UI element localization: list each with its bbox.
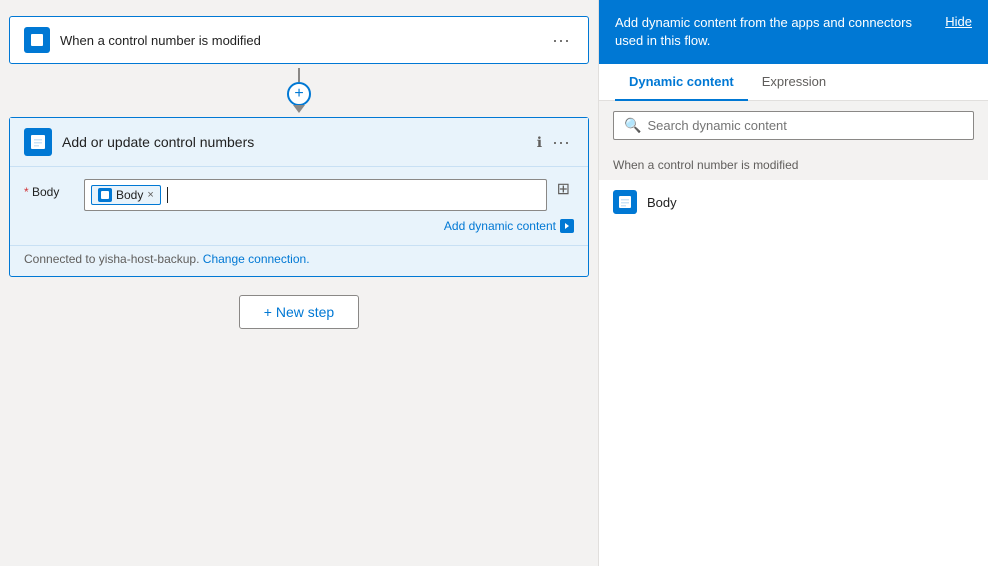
- connector-line-top: [298, 68, 300, 82]
- search-icon: 🔍: [624, 117, 641, 134]
- dynamic-item-icon: [613, 190, 637, 214]
- action-info-button[interactable]: ℹ: [537, 134, 542, 151]
- panel-header-text: Add dynamic content from the apps and co…: [615, 14, 945, 50]
- token-close-button[interactable]: ×: [147, 189, 153, 201]
- hide-panel-button[interactable]: Hide: [945, 14, 972, 29]
- dynamic-item-body[interactable]: Body: [599, 180, 988, 224]
- required-marker: *: [24, 185, 29, 199]
- add-dynamic-row: Add dynamic content: [24, 219, 574, 233]
- search-box: 🔍: [613, 111, 974, 140]
- dynamic-item-label: Body: [647, 195, 677, 210]
- trigger-ellipsis-button[interactable]: ···: [548, 31, 574, 49]
- change-connection-link[interactable]: Change connection.: [203, 252, 310, 266]
- connector-arrow: [293, 105, 305, 113]
- tab-dynamic-content[interactable]: Dynamic content: [615, 64, 748, 101]
- tab-expression[interactable]: Expression: [748, 64, 840, 101]
- connection-text: Connected to yisha-host-backup.: [24, 252, 199, 266]
- trigger-icon: [24, 27, 50, 53]
- action-block: Add or update control numbers ℹ ··· * Bo…: [9, 117, 589, 277]
- action-title: Add or update control numbers: [62, 134, 537, 150]
- new-step-area: + New step: [239, 295, 359, 329]
- left-panel: When a control number is modified ··· + …: [0, 0, 598, 566]
- connection-info: Connected to yisha-host-backup. Change c…: [10, 245, 588, 276]
- action-header: Add or update control numbers ℹ ···: [10, 118, 588, 167]
- body-label: * Body: [24, 179, 84, 199]
- body-token-input[interactable]: Body ×: [84, 179, 547, 211]
- token-icon: [98, 188, 112, 202]
- token-svg-icon: [100, 190, 110, 200]
- action-icon: [24, 128, 52, 156]
- token-label: Body: [116, 188, 143, 202]
- connector: +: [287, 68, 311, 113]
- action-ellipsis-button[interactable]: ···: [548, 133, 574, 151]
- add-dynamic-label: Add dynamic content: [444, 219, 556, 233]
- trigger-block: When a control number is modified ···: [9, 16, 589, 64]
- add-dynamic-content-button[interactable]: Add dynamic content: [444, 219, 574, 233]
- body-field-row: * Body Body × ⊞: [24, 179, 574, 211]
- dynamic-item-svg-icon: [618, 195, 632, 209]
- search-area: 🔍: [599, 101, 988, 150]
- panel-header: Add dynamic content from the apps and co…: [599, 0, 988, 64]
- body-token: Body ×: [91, 185, 161, 205]
- panel-tabs: Dynamic content Expression: [599, 64, 988, 101]
- action-body: * Body Body × ⊞: [10, 167, 588, 245]
- add-dynamic-arrow-icon: [560, 219, 574, 233]
- search-input[interactable]: [647, 118, 963, 133]
- action-svg-icon: [29, 133, 47, 151]
- trigger-svg-icon: [29, 32, 45, 48]
- edit-button[interactable]: ⊞: [553, 179, 574, 199]
- trigger-title: When a control number is modified: [60, 33, 548, 48]
- plus-connector-button[interactable]: +: [287, 82, 311, 106]
- new-step-button[interactable]: + New step: [239, 295, 359, 329]
- text-cursor: [167, 187, 168, 203]
- right-panel: Add dynamic content from the apps and co…: [598, 0, 988, 566]
- section-header: When a control number is modified: [599, 150, 988, 180]
- arrow-svg-icon: [562, 221, 572, 231]
